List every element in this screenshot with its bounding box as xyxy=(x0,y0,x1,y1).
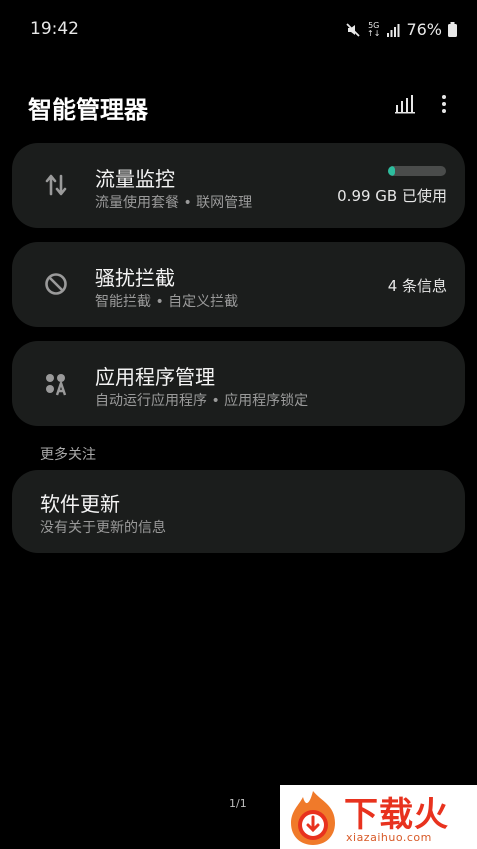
battery-percent: 76% xyxy=(406,20,442,39)
signal-icon xyxy=(386,23,400,37)
watermark-name: 下载火 xyxy=(344,795,449,835)
watermark-url: xiazaihuo.com xyxy=(346,831,432,844)
header-actions xyxy=(395,94,447,118)
card-subtitle: 智能拦截 • 自定义拦截 xyxy=(95,294,239,310)
card-title: 应用程序管理 xyxy=(95,365,215,389)
flame-logo-icon xyxy=(283,787,343,849)
spam-block-card[interactable]: 骚扰拦截 智能拦截 • 自定义拦截 4 条信息 xyxy=(12,242,465,327)
status-icons: 5G ↑↓ 76% xyxy=(345,20,457,39)
page-title: 智能管理器 xyxy=(28,96,148,124)
card-title: 软件更新 xyxy=(40,492,120,516)
more-options-icon[interactable] xyxy=(441,94,447,118)
battery-icon xyxy=(448,22,457,37)
block-icon xyxy=(43,271,69,297)
bar-chart-icon[interactable] xyxy=(395,94,415,118)
app-management-card[interactable]: 应用程序管理 自动运行应用程序 • 应用程序锁定 xyxy=(12,341,465,426)
blocked-messages-count: 4 条信息 xyxy=(387,277,447,295)
data-usage-card[interactable]: 流量监控 流量使用套餐 • 联网管理 0.99 GB 已使用 xyxy=(12,143,465,228)
software-update-card[interactable]: 软件更新 没有关于更新的信息 xyxy=(12,470,465,553)
card-subtitle: 没有关于更新的信息 xyxy=(40,520,166,536)
network-arrows: ↑↓ xyxy=(367,28,381,38)
data-transfer-icon xyxy=(43,172,69,198)
card-subtitle: 自动运行应用程序 • 应用程序锁定 xyxy=(95,393,309,409)
status-time: 19:42 xyxy=(30,19,79,39)
page-indicator: 1/1 xyxy=(229,797,247,810)
card-title: 骚扰拦截 xyxy=(95,266,175,290)
mute-icon xyxy=(345,22,361,38)
status-bar: 19:42 5G ↑↓ 76% xyxy=(0,0,477,60)
section-label-more: 更多关注 xyxy=(40,447,96,463)
apps-icon xyxy=(43,371,69,397)
card-title: 流量监控 xyxy=(95,167,175,191)
card-subtitle: 流量使用套餐 • 联网管理 xyxy=(95,195,253,211)
data-usage-progress xyxy=(388,166,446,176)
app-header: 智能管理器 xyxy=(0,84,477,130)
network-type-icon: 5G ↑↓ xyxy=(367,21,381,38)
data-usage-progress-fill xyxy=(388,166,395,176)
data-used-value: 0.99 GB 已使用 xyxy=(337,187,447,205)
watermark: 下载火 xiazaihuo.com xyxy=(280,785,477,849)
